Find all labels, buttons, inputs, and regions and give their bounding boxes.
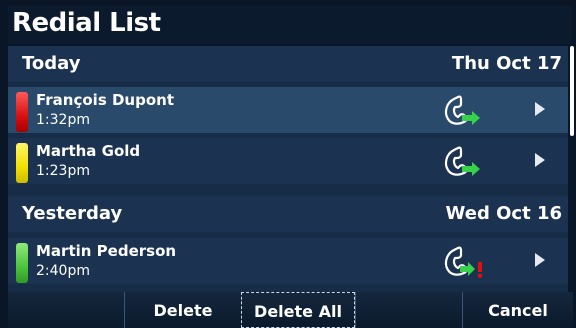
list-item-martin-pederson[interactable]: Martin Pederson 2:40pm xyxy=(8,238,568,284)
section-header-yesterday: Yesterday Wed Oct 16 xyxy=(8,196,568,232)
cancel-button[interactable]: Cancel xyxy=(462,292,573,328)
section-date: Thu Oct 17 xyxy=(451,53,562,74)
redial-list: Today Thu Oct 17 François Dupont 1:32pm … xyxy=(8,46,568,294)
softkey-empty-1[interactable] xyxy=(8,292,124,328)
delete-button[interactable]: Delete xyxy=(124,292,241,328)
outgoing-call-failed-icon xyxy=(444,246,482,278)
phone-screen: Redial List Today Thu Oct 17 François Du… xyxy=(8,6,574,328)
call-time: 2:40pm xyxy=(36,263,90,279)
softkey-bar: Delete Delete All Cancel xyxy=(8,292,573,328)
softkey-label: Delete xyxy=(153,301,213,320)
page-title: Redial List xyxy=(12,8,161,38)
color-stripe xyxy=(16,243,28,283)
list-item-martha-gold[interactable]: Martha Gold 1:23pm xyxy=(8,138,568,184)
chevron-right-icon[interactable] xyxy=(533,100,547,118)
chevron-right-icon[interactable] xyxy=(533,151,547,169)
contact-name: François Dupont xyxy=(36,91,174,109)
section-label: Today xyxy=(22,53,81,74)
call-time: 1:32pm xyxy=(36,112,90,128)
section-label: Yesterday xyxy=(22,203,123,224)
title-bar: Redial List xyxy=(8,6,572,44)
call-time: 1:23pm xyxy=(36,163,90,179)
section-date: Wed Oct 16 xyxy=(445,203,562,224)
delete-all-button[interactable]: Delete All xyxy=(241,292,355,328)
contact-name: Martin Pederson xyxy=(36,242,177,260)
outgoing-call-icon xyxy=(444,95,480,125)
scrollbar[interactable] xyxy=(570,46,574,136)
softkey-label: Delete All xyxy=(254,302,342,321)
outgoing-call-icon xyxy=(444,146,480,176)
softkey-empty-2[interactable] xyxy=(355,292,462,328)
color-stripe xyxy=(16,92,28,132)
contact-name: Martha Gold xyxy=(36,142,141,160)
softkey-label: Cancel xyxy=(488,301,548,320)
chevron-right-icon[interactable] xyxy=(533,251,547,269)
section-header-today: Today Thu Oct 17 xyxy=(8,46,568,82)
color-stripe xyxy=(16,143,28,183)
list-item-francois-dupont[interactable]: François Dupont 1:32pm xyxy=(8,87,568,133)
